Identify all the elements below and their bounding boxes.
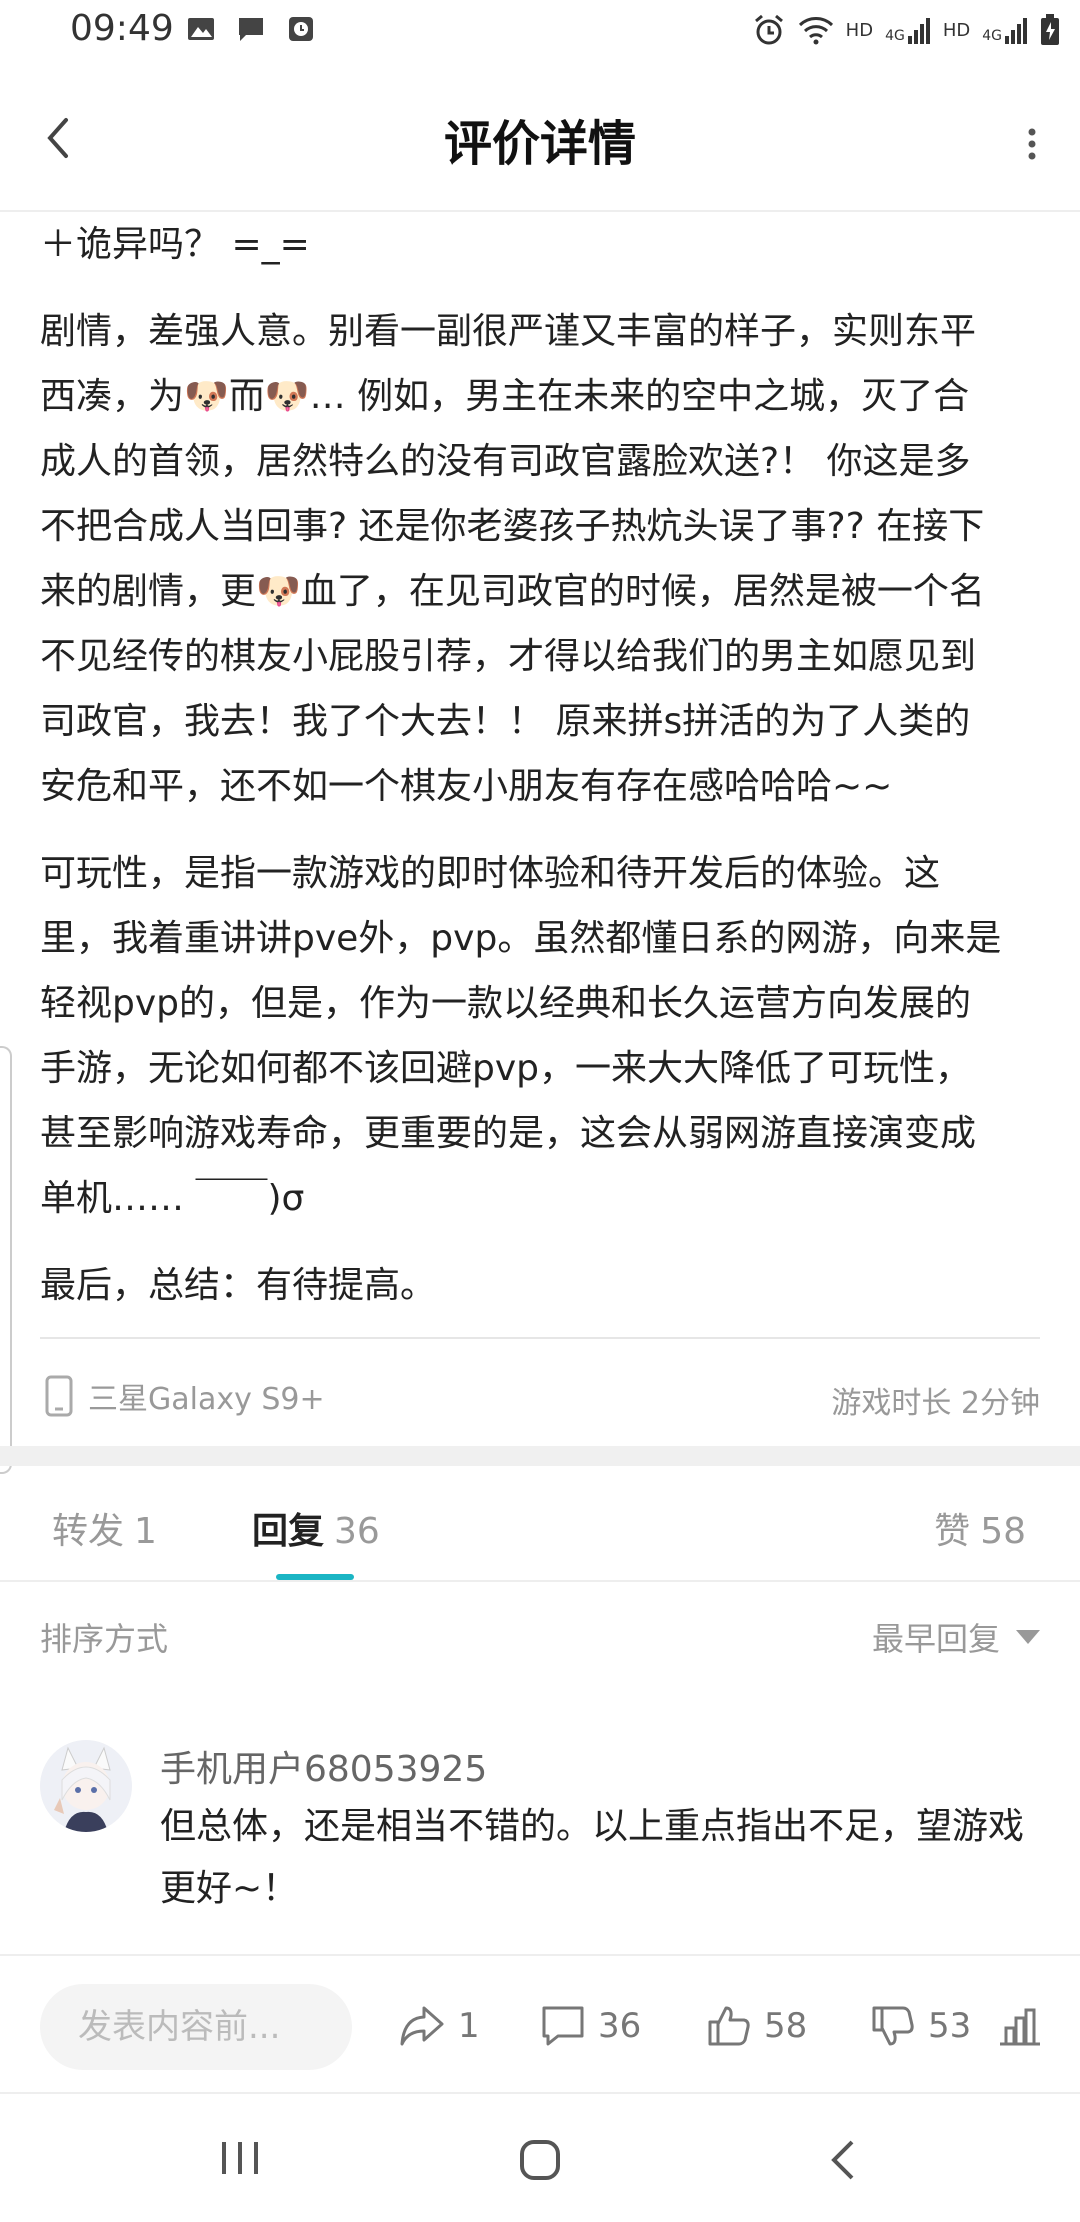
like-button[interactable]: 58 bbox=[706, 2000, 807, 2052]
wifi-icon bbox=[798, 17, 833, 45]
comment-button[interactable]: 36 bbox=[540, 2000, 641, 2052]
more-vertical-icon[interactable] bbox=[1024, 114, 1040, 174]
like-count: 58 bbox=[764, 2006, 808, 2046]
chevron-down-icon bbox=[1016, 1630, 1040, 1644]
tab-label: 赞 bbox=[934, 1511, 971, 1552]
signal-bars-icon bbox=[907, 18, 930, 44]
tab-count: 36 bbox=[334, 1511, 380, 1552]
avatar[interactable] bbox=[40, 1740, 132, 1832]
tab-label: 转发 bbox=[52, 1511, 125, 1552]
dislike-count: 53 bbox=[928, 2006, 972, 2046]
tab-label: 回复 bbox=[252, 1511, 325, 1552]
image-icon bbox=[188, 18, 214, 40]
sort-row: 排序方式 最早回复 bbox=[40, 1614, 1040, 1662]
clock-app-icon bbox=[289, 17, 313, 41]
comment-count: 36 bbox=[598, 2006, 642, 2046]
dislike-button[interactable]: 53 bbox=[870, 2000, 971, 2052]
play-time: 游戏时长 2分钟 bbox=[831, 1386, 1040, 1421]
app-header: 评价详情 bbox=[0, 64, 1080, 212]
review-paragraph: ＋诡异吗？ =_= bbox=[40, 224, 310, 265]
status-bar: 09:49 HD 4G HD 4G bbox=[0, 0, 1080, 64]
page-title: 评价详情 bbox=[443, 116, 636, 172]
review-content: ＋诡异吗？ =_= 剧情，差强人意。别看一副很严谨又丰富的样子，实则东平 西凑，… bbox=[40, 212, 1040, 1340]
sort-label: 排序方式 bbox=[40, 1620, 169, 1658]
divider bbox=[40, 1337, 1040, 1339]
recent-apps-icon[interactable] bbox=[218, 2138, 262, 2178]
review-paragraph: 最后，总结：有待提高。 bbox=[40, 1265, 437, 1306]
phone-icon bbox=[45, 1375, 73, 1417]
status-time: 09:49 bbox=[70, 8, 174, 49]
review-paragraph: 剧情，差强人意。别看一副很严谨又丰富的样子，实则东平 西凑，为🐶而🐶… 例如，男… bbox=[40, 311, 985, 807]
side-scroll-handle[interactable] bbox=[0, 1046, 12, 1474]
section-divider bbox=[0, 1446, 1080, 1466]
system-nav-bar bbox=[0, 2092, 1080, 2222]
anime-avatar-icon bbox=[40, 1740, 132, 1832]
thumbs-down-icon bbox=[872, 2006, 914, 2046]
signal-bars-icon bbox=[1005, 18, 1027, 44]
alarm-icon bbox=[754, 14, 783, 45]
thumbs-up-icon bbox=[708, 2006, 750, 2046]
share-icon bbox=[400, 2006, 444, 2046]
tab-repost[interactable]: 转发 1 bbox=[52, 1502, 157, 1554]
sort-dropdown[interactable]: 最早回复 bbox=[872, 1614, 1040, 1660]
home-icon[interactable] bbox=[518, 2138, 562, 2182]
signal-type-2: 4G bbox=[982, 28, 1002, 44]
stats-icon[interactable] bbox=[998, 2006, 1042, 2046]
reply-text: 但总体，还是相当不错的。以上重点指出不足，望游戏更好~！ bbox=[160, 1806, 1025, 1909]
system-back-icon[interactable] bbox=[828, 2138, 858, 2182]
share-count: 1 bbox=[458, 2006, 480, 2046]
reply-username[interactable]: 手机用户68053925 bbox=[160, 1740, 487, 1792]
device-info: 三星Galaxy S9+ bbox=[44, 1372, 325, 1420]
battery-charging-icon bbox=[1041, 14, 1059, 45]
signal-type-1: 4G bbox=[885, 28, 905, 44]
signal-2: 4G bbox=[982, 16, 1028, 44]
tab-count: 58 bbox=[980, 1511, 1026, 1552]
network-type-1: HD bbox=[845, 19, 874, 41]
signal-1: 4G bbox=[885, 16, 931, 44]
review-paragraph: 可玩性，是指一款游戏的即时体验和待开发后的体验。这 里，我着重讲讲pve外，pv… bbox=[40, 853, 1002, 1219]
comment-input[interactable]: 发表内容前... bbox=[40, 1984, 352, 2070]
device-name: 三星Galaxy S9+ bbox=[88, 1382, 325, 1417]
share-button[interactable]: 1 bbox=[398, 2000, 480, 2052]
tab-reply[interactable]: 回复 36 bbox=[252, 1502, 380, 1554]
comment-icon bbox=[542, 2006, 584, 2046]
bottom-action-bar: 发表内容前... 1 36 58 53 bbox=[0, 1954, 1080, 2094]
tab-likes[interactable]: 赞 58 bbox=[934, 1502, 1026, 1554]
sort-value: 最早回复 bbox=[871, 1620, 1000, 1658]
tab-count: 1 bbox=[134, 1511, 157, 1552]
tab-bar: 转发 1 回复 36 赞 58 bbox=[0, 1466, 1080, 1582]
network-type-2: HD bbox=[942, 19, 971, 41]
active-tab-indicator bbox=[276, 1574, 354, 1580]
message-icon bbox=[239, 18, 263, 41]
status-indicators: HD 4G HD 4G bbox=[752, 10, 1060, 50]
